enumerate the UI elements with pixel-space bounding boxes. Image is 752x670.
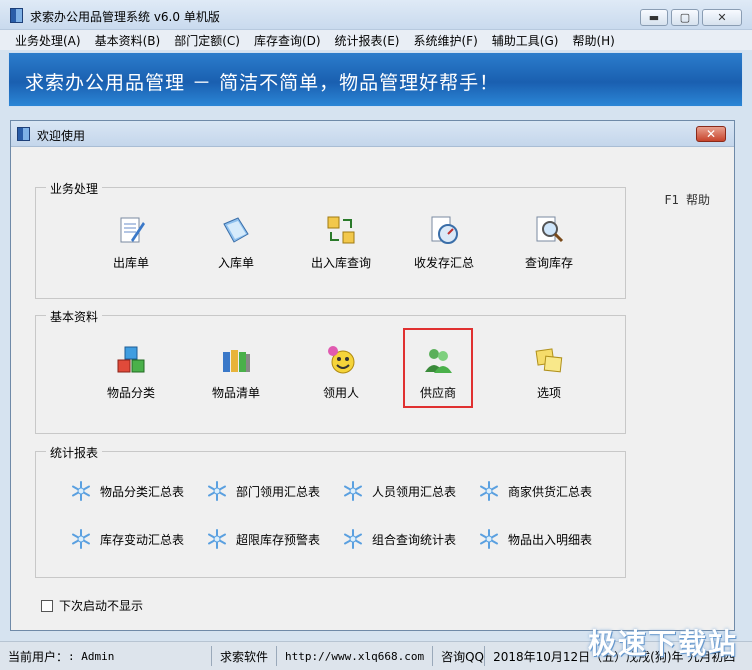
report-label: 物品出入明细表 bbox=[508, 532, 593, 547]
tile-inbound[interactable]: 入库单 bbox=[196, 214, 276, 271]
menu-basic-data[interactable]: 基本资料(B) bbox=[88, 32, 168, 49]
tile-label: 入库单 bbox=[217, 256, 254, 270]
report-dept-usage[interactable]: 部门领用汇总表 bbox=[206, 480, 320, 502]
smiley-icon bbox=[325, 344, 357, 376]
tile-options[interactable]: 选项 bbox=[509, 344, 589, 401]
window-titlebar: 求索办公用品管理系统 v6.0 单机版 ▬ ▢ ✕ bbox=[0, 0, 752, 30]
group-label: 业务处理 bbox=[46, 180, 103, 197]
welcome-dialog: 欢迎使用 ✕ F1 帮助 业务处理 出库单 入库单 出入库查询 收发存汇总 查询… bbox=[10, 120, 735, 631]
dialog-titlebar: 欢迎使用 ✕ bbox=[11, 121, 734, 147]
snowflake-icon bbox=[208, 529, 226, 549]
tile-label: 收发存汇总 bbox=[413, 256, 474, 270]
tile-label: 出库单 bbox=[112, 256, 149, 270]
status-url[interactable]: http://www.xlq668.com bbox=[277, 646, 434, 666]
report-label: 超限库存预警表 bbox=[236, 532, 321, 547]
snowflake-icon bbox=[72, 481, 90, 501]
status-user-label: 当前用户： bbox=[8, 649, 69, 664]
banner-slogan: 求索办公用品管理 － 简洁不简单，物品管理好帮手！ bbox=[25, 72, 500, 94]
report-label: 人员领用汇总表 bbox=[372, 484, 457, 499]
dont-show-again-checkbox[interactable] bbox=[41, 599, 53, 612]
report-label: 商家供货汇总表 bbox=[508, 484, 593, 499]
menu-reports[interactable]: 统计报表(E) bbox=[328, 32, 407, 49]
menu-tools[interactable]: 辅助工具(G) bbox=[485, 32, 566, 49]
minimize-button[interactable]: ▬ bbox=[640, 9, 668, 26]
report-combined-query[interactable]: 组合查询统计表 bbox=[342, 528, 456, 550]
group-reports: 统计报表 物品分类汇总表 部门领用汇总表 人员领用汇总表 商家供货汇总表 库存变… bbox=[35, 444, 626, 578]
snowflake-icon bbox=[208, 481, 226, 501]
report-supplier-supply[interactable]: 商家供货汇总表 bbox=[478, 480, 592, 502]
tile-label: 供应商 bbox=[419, 386, 456, 400]
app-icon bbox=[10, 8, 23, 23]
group-label: 统计报表 bbox=[46, 444, 103, 461]
users-icon bbox=[422, 344, 454, 376]
app-banner: 求索办公用品管理 － 简洁不简单，物品管理好帮手！ bbox=[8, 52, 743, 107]
tile-item-list[interactable]: 物品清单 bbox=[196, 344, 276, 401]
tile-label: 查询库存 bbox=[524, 256, 573, 270]
status-company: 求索软件 bbox=[212, 646, 278, 666]
status-qq[interactable]: 咨询QQ bbox=[433, 646, 486, 666]
binders-icon bbox=[220, 344, 252, 376]
tile-label: 出入库查询 bbox=[310, 256, 371, 270]
menu-system[interactable]: 系统维护(F) bbox=[407, 32, 485, 49]
dialog-icon bbox=[17, 127, 30, 141]
summary-gauge-icon bbox=[428, 214, 460, 246]
menu-business[interactable]: 业务处理(A) bbox=[8, 32, 88, 49]
tile-search-stock[interactable]: 查询库存 bbox=[509, 214, 589, 271]
group-basic-data: 基本资料 物品分类 物品清单 领用人 供应商 选项 bbox=[35, 308, 626, 434]
report-label: 组合查询统计表 bbox=[372, 532, 457, 547]
tile-label: 物品分类 bbox=[106, 386, 155, 400]
menu-bar: 业务处理(A) 基本资料(B) 部门定额(C) 库存查询(D) 统计报表(E) … bbox=[0, 30, 752, 50]
group-label: 基本资料 bbox=[46, 308, 103, 325]
report-label: 物品分类汇总表 bbox=[100, 484, 185, 499]
snowflake-icon bbox=[480, 481, 498, 501]
report-category-summary[interactable]: 物品分类汇总表 bbox=[70, 480, 184, 502]
status-user-value: : Admin bbox=[68, 649, 115, 663]
report-item-inout-detail[interactable]: 物品出入明细表 bbox=[478, 528, 592, 550]
tile-label: 物品清单 bbox=[211, 386, 260, 400]
cubes-icon bbox=[115, 344, 147, 376]
dont-show-again-row[interactable]: 下次启动不显示 bbox=[41, 597, 143, 614]
close-button[interactable]: ✕ bbox=[702, 9, 742, 26]
tile-label: 选项 bbox=[536, 386, 561, 400]
inout-query-icon bbox=[325, 214, 357, 246]
group-business: 业务处理 出库单 入库单 出入库查询 收发存汇总 查询库存 bbox=[35, 180, 626, 299]
site-watermark: 极速下载站 bbox=[587, 627, 738, 660]
tile-outbound[interactable]: 出库单 bbox=[91, 214, 171, 271]
menu-help[interactable]: 帮助(H) bbox=[565, 32, 621, 49]
search-stock-icon bbox=[533, 214, 565, 246]
report-overstock-alert[interactable]: 超限库存预警表 bbox=[206, 528, 320, 550]
window-title: 求索办公用品管理系统 v6.0 单机版 bbox=[30, 10, 220, 24]
help-hint[interactable]: F1 帮助 bbox=[664, 191, 710, 208]
dialog-close-button[interactable]: ✕ bbox=[696, 126, 726, 142]
status-user: 当前用户： : Admin bbox=[0, 646, 212, 666]
window-controls: ▬ ▢ ✕ bbox=[640, 9, 742, 26]
notes-icon bbox=[533, 344, 565, 376]
tile-summary[interactable]: 收发存汇总 bbox=[404, 214, 484, 271]
tile-label: 领用人 bbox=[322, 386, 359, 400]
dont-show-again-label: 下次启动不显示 bbox=[59, 599, 144, 613]
tile-categories[interactable]: 物品分类 bbox=[91, 344, 171, 401]
report-label: 部门领用汇总表 bbox=[236, 484, 321, 499]
menu-dept-quota[interactable]: 部门定额(C) bbox=[167, 32, 247, 49]
tile-inout-query[interactable]: 出入库查询 bbox=[301, 214, 381, 271]
tile-recipients[interactable]: 领用人 bbox=[301, 344, 381, 401]
menu-stock-query[interactable]: 库存查询(D) bbox=[247, 32, 328, 49]
report-stock-change[interactable]: 库存变动汇总表 bbox=[70, 528, 184, 550]
inbound-doc-icon bbox=[220, 214, 252, 246]
snowflake-icon bbox=[72, 529, 90, 549]
snowflake-icon bbox=[344, 481, 362, 501]
report-label: 库存变动汇总表 bbox=[100, 532, 185, 547]
dialog-title: 欢迎使用 bbox=[37, 129, 86, 143]
tile-suppliers[interactable]: 供应商 bbox=[398, 344, 478, 401]
report-person-usage[interactable]: 人员领用汇总表 bbox=[342, 480, 456, 502]
maximize-button[interactable]: ▢ bbox=[671, 9, 699, 26]
snowflake-icon bbox=[344, 529, 362, 549]
snowflake-icon bbox=[480, 529, 498, 549]
outbound-doc-icon bbox=[115, 214, 147, 246]
